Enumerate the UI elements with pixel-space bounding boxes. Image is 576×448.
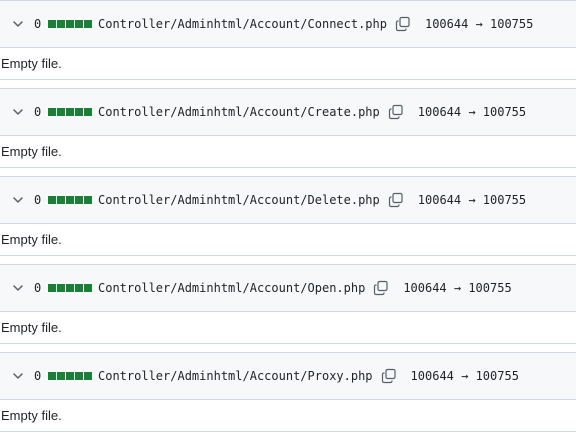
- diffstat-block: [66, 284, 74, 292]
- diff-file-list: 0 Controller/Adminhtml/Account/Connect.p…: [0, 0, 576, 448]
- file-mode-change: 100644 → 100755: [417, 105, 527, 119]
- file-separator: [0, 432, 576, 440]
- file-path-link[interactable]: Controller/Adminhtml/Account/Proxy.php: [98, 369, 373, 383]
- change-count: 0: [34, 281, 42, 295]
- empty-file-message: Empty file.: [1, 320, 62, 335]
- file-body: Empty file.: [0, 224, 576, 256]
- file-header: 0 Controller/Adminhtml/Account/Delete.ph…: [0, 176, 576, 224]
- diffstat-block: [66, 196, 74, 204]
- file-separator: [0, 80, 576, 88]
- diffstat-block: [57, 20, 65, 28]
- file-header: 0 Controller/Adminhtml/Account/Open.php …: [0, 264, 576, 312]
- file-mode-change: 100644 → 100755: [403, 281, 512, 295]
- diffstat-block: [66, 20, 74, 28]
- diffstat-block: [75, 108, 83, 116]
- file-separator: [0, 256, 576, 264]
- chevron-down-icon[interactable]: [10, 368, 26, 384]
- file-separator: [0, 168, 576, 176]
- diff-file: 0 Controller/Adminhtml/Account/Create.ph…: [0, 88, 576, 176]
- diffstat: [48, 372, 92, 380]
- diffstat: [48, 196, 92, 204]
- file-path-link[interactable]: Controller/Adminhtml/Account/Connect.php: [98, 17, 387, 31]
- diffstat-block: [48, 372, 56, 380]
- copy-icon[interactable]: [388, 104, 404, 120]
- diffstat-block: [48, 284, 56, 292]
- chevron-down-icon[interactable]: [10, 16, 26, 32]
- file-body: Empty file.: [0, 400, 576, 432]
- diffstat-block: [57, 372, 65, 380]
- change-count: 0: [34, 369, 42, 383]
- file-mode-change: 100644 → 100755: [410, 369, 519, 383]
- file-path-link[interactable]: Controller/Adminhtml/Account/Create.php: [98, 105, 380, 119]
- diff-file: 0 Controller/Adminhtml/Account/Delete.ph…: [0, 176, 576, 264]
- diffstat: [48, 284, 92, 292]
- diffstat-block: [75, 372, 83, 380]
- diffstat: [48, 20, 92, 28]
- copy-icon[interactable]: [395, 16, 411, 32]
- chevron-down-icon[interactable]: [10, 192, 26, 208]
- file-body: Empty file.: [0, 136, 576, 168]
- diffstat-block: [75, 20, 83, 28]
- diff-file: 0 Controller/Adminhtml/Account/Open.php …: [0, 264, 576, 352]
- file-header: 0 Controller/Adminhtml/Account/Proxy.php…: [0, 352, 576, 400]
- copy-icon[interactable]: [388, 192, 404, 208]
- file-separator: [0, 344, 576, 352]
- diffstat-block: [66, 372, 74, 380]
- diffstat: [48, 108, 92, 116]
- diffstat-block: [75, 196, 83, 204]
- file-body: Empty file.: [0, 48, 576, 80]
- empty-file-message: Empty file.: [1, 408, 62, 423]
- diffstat-block: [57, 284, 65, 292]
- chevron-down-icon[interactable]: [10, 104, 26, 120]
- empty-file-message: Empty file.: [1, 56, 62, 71]
- change-count: 0: [34, 193, 42, 207]
- diffstat-block: [57, 196, 65, 204]
- diffstat-block: [84, 196, 92, 204]
- diffstat-block: [84, 20, 92, 28]
- diff-file: 0 Controller/Adminhtml/Account/Connect.p…: [0, 0, 576, 88]
- diffstat-block: [84, 108, 92, 116]
- copy-icon[interactable]: [373, 280, 389, 296]
- diffstat-block: [48, 20, 56, 28]
- change-count: 0: [34, 17, 42, 31]
- change-count: 0: [34, 105, 42, 119]
- diffstat-block: [84, 284, 92, 292]
- diff-file: 0 Controller/Adminhtml/Account/Proxy.php…: [0, 352, 576, 440]
- file-header: 0 Controller/Adminhtml/Account/Connect.p…: [0, 0, 576, 48]
- diffstat-block: [84, 372, 92, 380]
- diffstat-block: [48, 196, 56, 204]
- file-path-link[interactable]: Controller/Adminhtml/Account/Delete.php: [98, 193, 380, 207]
- copy-icon[interactable]: [381, 368, 397, 384]
- file-mode-change: 100644 → 100755: [424, 17, 534, 31]
- empty-file-message: Empty file.: [1, 232, 62, 247]
- file-body: Empty file.: [0, 312, 576, 344]
- diffstat-block: [75, 284, 83, 292]
- chevron-down-icon[interactable]: [10, 280, 26, 296]
- file-mode-change: 100644 → 100755: [417, 193, 527, 207]
- diffstat-block: [48, 108, 56, 116]
- diffstat-block: [57, 108, 65, 116]
- diffstat-block: [66, 108, 74, 116]
- file-path-link[interactable]: Controller/Adminhtml/Account/Open.php: [98, 281, 365, 295]
- empty-file-message: Empty file.: [1, 144, 62, 159]
- file-header: 0 Controller/Adminhtml/Account/Create.ph…: [0, 88, 576, 136]
